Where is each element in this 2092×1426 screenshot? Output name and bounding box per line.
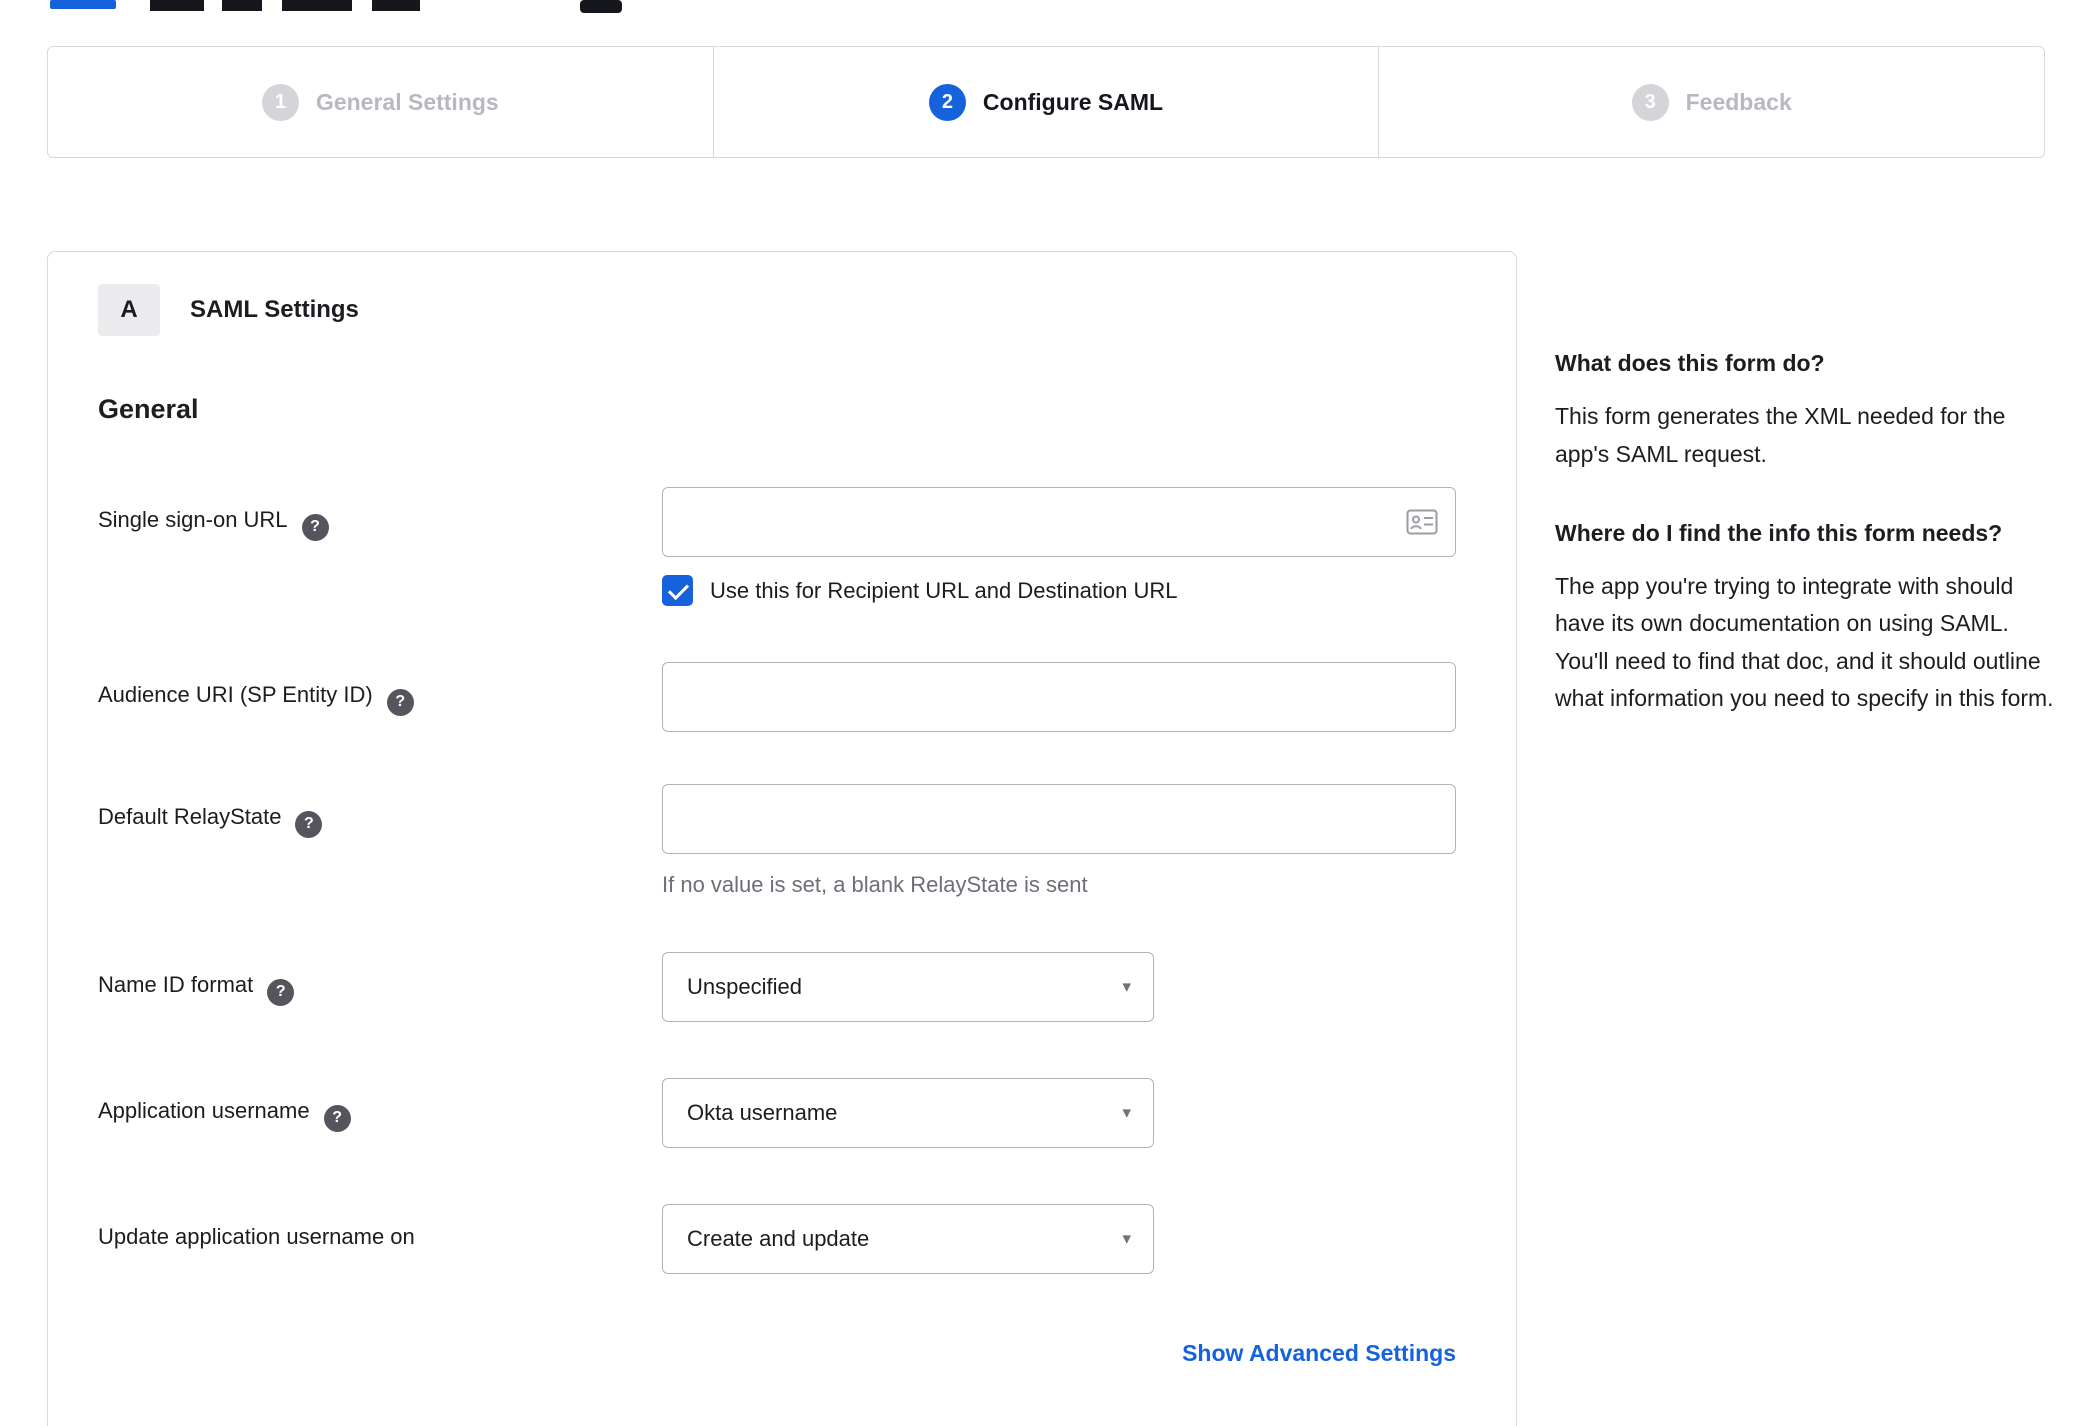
audience-uri-input[interactable]	[662, 662, 1456, 732]
step-2-number-badge: 2	[928, 83, 966, 121]
default-relaystate-row: Default RelayState? If no value is set, …	[98, 784, 1456, 898]
step-3-label: Feedback	[1685, 88, 1792, 115]
show-advanced-settings-link[interactable]: Show Advanced Settings	[1182, 1340, 1456, 1366]
recipient-url-checkbox-row: Use this for Recipient URL and Destinati…	[662, 575, 1456, 606]
main-content: A SAML Settings General Single sign-on U…	[47, 251, 2092, 1426]
relaystate-helper-text: If no value is set, a blank RelayState i…	[662, 872, 1088, 897]
wizard-stepper: 1 General Settings 2 Configure SAML 3 Fe…	[47, 46, 2045, 158]
sso-url-input-wrap	[662, 487, 1456, 557]
application-username-label: Application username	[98, 1098, 310, 1123]
sso-url-input[interactable]	[662, 487, 1456, 557]
help-icon[interactable]: ?	[386, 688, 414, 716]
default-relaystate-label: Default RelayState	[98, 804, 282, 829]
step-configure-saml[interactable]: 2 Configure SAML	[712, 47, 1379, 157]
step-2-label: Configure SAML	[982, 88, 1164, 115]
saml-settings-panel: A SAML Settings General Single sign-on U…	[47, 251, 1517, 1426]
help-icon[interactable]: ?	[267, 978, 295, 1006]
audience-uri-row: Audience URI (SP Entity ID)?	[98, 662, 1456, 732]
update-application-username-label-col: Update application username on	[98, 1204, 662, 1250]
dropdown-arrow-icon: ▾	[1122, 1103, 1131, 1122]
help-sidebar: What does this form do? This form genera…	[1555, 251, 2055, 761]
section-title: SAML Settings	[190, 296, 359, 323]
sso-url-row: Single sign-on URL? Use this for Recipie…	[98, 487, 1456, 662]
cropped-icon-fragment	[580, 0, 622, 13]
audience-uri-label-col: Audience URI (SP Entity ID)?	[98, 662, 662, 716]
step-3-number-badge: 3	[1631, 83, 1669, 121]
name-id-format-label: Name ID format	[98, 972, 254, 997]
sso-url-label: Single sign-on URL	[98, 507, 288, 532]
application-username-label-col: Application username?	[98, 1078, 662, 1132]
cropped-title-fragment	[372, 0, 420, 11]
sidebar-heading-what: What does this form do?	[1555, 350, 1825, 376]
sidebar-heading-where: Where do I find the info this form needs…	[1555, 519, 2003, 546]
update-application-username-value: Create and update	[687, 1226, 870, 1251]
name-id-format-value: Unspecified	[687, 974, 802, 999]
cropped-title-fragment	[282, 0, 352, 11]
default-relaystate-input[interactable]	[662, 784, 1456, 854]
help-icon[interactable]: ?	[323, 1104, 351, 1132]
audience-uri-label: Audience URI (SP Entity ID)	[98, 682, 373, 707]
section-marker: A	[98, 284, 160, 336]
application-username-row: Application username? Okta username ▾	[98, 1078, 1456, 1148]
section-head: A SAML Settings	[98, 284, 1456, 336]
recipient-url-checkbox[interactable]	[662, 575, 693, 606]
cropped-link-fragment	[50, 0, 116, 9]
sidebar-body-where: The app you're trying to integrate with …	[1555, 573, 2054, 711]
recipient-url-checkbox-label: Use this for Recipient URL and Destinati…	[710, 577, 1178, 603]
cropped-title-fragment	[222, 0, 262, 11]
application-username-value: Okta username	[687, 1100, 838, 1125]
step-1-label: General Settings	[315, 88, 499, 115]
update-application-username-select[interactable]: Create and update ▾	[662, 1204, 1154, 1274]
step-1-number-badge: 1	[261, 83, 299, 121]
name-id-format-select[interactable]: Unspecified ▾	[662, 952, 1154, 1022]
cropped-page-header	[0, 0, 2092, 16]
dropdown-arrow-icon: ▾	[1122, 977, 1131, 996]
advanced-settings-row: Show Advanced Settings	[98, 1340, 1456, 1367]
contact-card-icon[interactable]	[1406, 509, 1438, 535]
application-username-select[interactable]: Okta username ▾	[662, 1078, 1154, 1148]
general-heading: General	[98, 394, 199, 424]
default-relaystate-label-col: Default RelayState?	[98, 784, 662, 838]
update-application-username-row: Update application username on Create an…	[98, 1204, 1456, 1274]
step-feedback[interactable]: 3 Feedback	[1378, 47, 2044, 157]
help-icon[interactable]: ?	[301, 513, 329, 541]
sidebar-body-what: This form generates the XML needed for t…	[1555, 403, 2006, 467]
help-icon[interactable]: ?	[295, 810, 323, 838]
dropdown-arrow-icon: ▾	[1122, 1229, 1131, 1248]
name-id-format-row: Name ID format? Unspecified ▾	[98, 952, 1456, 1022]
sso-url-label-col: Single sign-on URL?	[98, 487, 662, 541]
step-general-settings[interactable]: 1 General Settings	[48, 47, 713, 157]
cropped-title-fragment	[150, 0, 204, 11]
update-application-username-label: Update application username on	[98, 1224, 415, 1249]
name-id-format-label-col: Name ID format?	[98, 952, 662, 1006]
